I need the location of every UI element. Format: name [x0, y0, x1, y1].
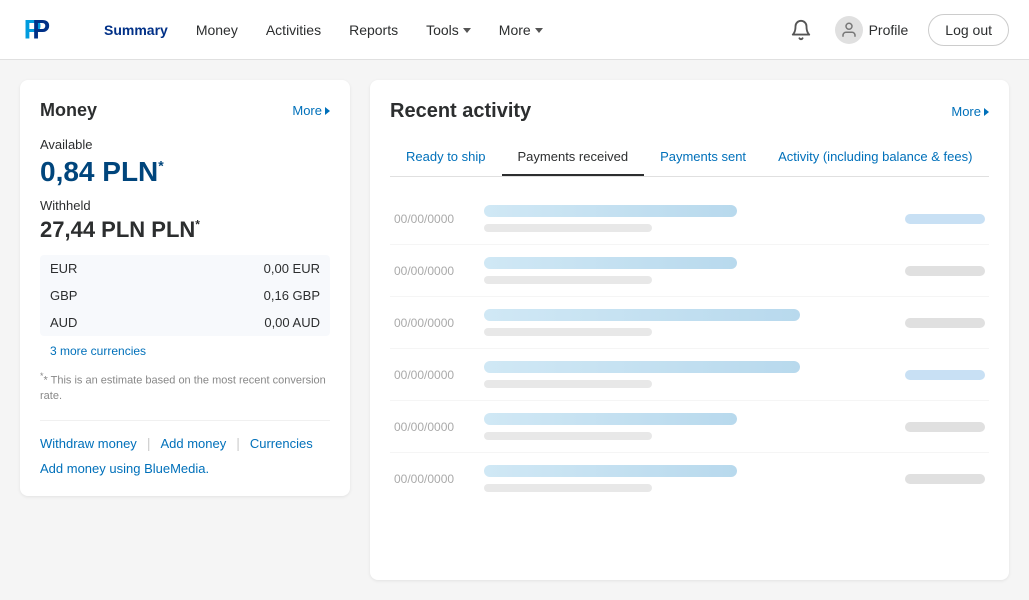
row-date: 00/00/0000	[394, 212, 484, 226]
row-date: 00/00/0000	[394, 472, 484, 486]
row-amount-blur	[905, 214, 985, 224]
profile-avatar-icon	[835, 16, 863, 44]
activity-row[interactable]: 00/00/0000	[390, 245, 989, 297]
row-title-blur	[484, 309, 800, 321]
bluemedia-link[interactable]: Add money using BlueMedia.	[40, 461, 330, 476]
row-info	[484, 257, 905, 284]
activity-more-chevron-icon	[984, 108, 989, 116]
row-subtitle-blur	[484, 380, 652, 388]
row-info	[484, 205, 905, 232]
activity-row[interactable]: 00/00/0000	[390, 297, 989, 349]
activity-header: Recent activity More	[390, 100, 989, 123]
activity-row[interactable]: 00/00/0000	[390, 193, 989, 245]
more-currencies-link[interactable]: 3 more currencies	[40, 344, 330, 358]
row-title-blur	[484, 205, 737, 217]
more-chevron-icon	[535, 28, 543, 33]
available-label: Available	[40, 137, 330, 152]
currency-row: EUR0,00 EUR	[40, 255, 330, 282]
row-amount-blur	[905, 422, 985, 432]
activity-row[interactable]: 00/00/0000	[390, 401, 989, 453]
row-subtitle-blur	[484, 276, 652, 284]
row-title-blur	[484, 361, 800, 373]
left-panel: Money More Available 0,84 PLN* Withheld …	[20, 80, 350, 580]
add-money-link[interactable]: Add money	[160, 436, 226, 451]
money-actions: Withdraw money | Add money | Currencies	[40, 420, 330, 451]
currency-amount: 0,16 GBP	[151, 282, 330, 309]
right-panel: Recent activity More Ready to shipPaymen…	[370, 80, 1009, 580]
nav-item-summary[interactable]: Summary	[92, 14, 180, 46]
row-amount-blur	[905, 370, 985, 380]
nav-item-activities[interactable]: Activities	[254, 14, 333, 46]
activity-row[interactable]: 00/00/0000	[390, 453, 989, 504]
row-info	[484, 413, 905, 440]
logo-area: P P	[20, 12, 62, 48]
money-card-header: Money More	[40, 100, 330, 121]
row-date: 00/00/0000	[394, 264, 484, 278]
notifications-bell-icon[interactable]	[787, 16, 815, 44]
money-more-link[interactable]: More	[292, 103, 330, 118]
withheld-label: Withheld	[40, 198, 330, 213]
row-subtitle-blur	[484, 432, 652, 440]
header: P P Summary Money Activities Reports Too…	[0, 0, 1029, 60]
currency-row: AUD0,00 AUD	[40, 309, 330, 336]
currency-code: GBP	[40, 282, 151, 309]
withheld-amount: 27,44 PLN PLN*	[40, 217, 330, 243]
activity-rows: 00/00/0000 00/00/0000 00/00/0000 00/00/0…	[390, 193, 989, 504]
row-date: 00/00/0000	[394, 316, 484, 330]
separator-1: |	[147, 435, 151, 451]
svg-text:P: P	[32, 14, 50, 44]
money-card: Money More Available 0,84 PLN* Withheld …	[20, 80, 350, 496]
currency-table: EUR0,00 EURGBP0,16 GBPAUD0,00 AUD	[40, 255, 330, 336]
currency-amount: 0,00 EUR	[151, 255, 330, 282]
activity-tab-payments-received[interactable]: Payments received	[502, 139, 645, 176]
row-title-blur	[484, 465, 737, 477]
balance-amount: 0,84 PLN*	[40, 156, 330, 188]
footnote: ** This is an estimate based on the most…	[40, 370, 330, 404]
row-title-blur	[484, 413, 737, 425]
main-content: Money More Available 0,84 PLN* Withheld …	[0, 60, 1029, 600]
row-amount-blur	[905, 474, 985, 484]
activity-more-link[interactable]: More	[951, 104, 989, 119]
nav-item-money[interactable]: Money	[184, 14, 250, 46]
activity-row[interactable]: 00/00/0000	[390, 349, 989, 401]
paypal-logo: P P	[20, 12, 56, 48]
withdraw-money-link[interactable]: Withdraw money	[40, 436, 137, 451]
row-amount-blur	[905, 318, 985, 328]
activity-tabs: Ready to shipPayments receivedPayments s…	[390, 139, 989, 177]
row-date: 00/00/0000	[394, 368, 484, 382]
row-info	[484, 361, 905, 388]
row-info	[484, 465, 905, 492]
nav-item-more[interactable]: More	[487, 14, 555, 46]
activity-tab-ready-to-ship[interactable]: Ready to ship	[390, 139, 502, 176]
activity-tab-activity-balance-fees[interactable]: Activity (including balance & fees)	[762, 139, 988, 176]
nav-item-tools[interactable]: Tools	[414, 14, 483, 46]
row-date: 00/00/0000	[394, 420, 484, 434]
row-subtitle-blur	[484, 484, 652, 492]
main-nav: Summary Money Activities Reports Tools M…	[92, 14, 787, 46]
currency-amount: 0,00 AUD	[151, 309, 330, 336]
currencies-link[interactable]: Currencies	[250, 436, 313, 451]
row-subtitle-blur	[484, 224, 652, 232]
profile-label: Profile	[869, 22, 909, 38]
nav-item-reports[interactable]: Reports	[337, 14, 410, 46]
currency-row: GBP0,16 GBP	[40, 282, 330, 309]
header-right: Profile Log out	[787, 10, 1009, 50]
activity-tab-payments-sent[interactable]: Payments sent	[644, 139, 762, 176]
activity-title: Recent activity	[390, 100, 531, 123]
row-title-blur	[484, 257, 737, 269]
row-subtitle-blur	[484, 328, 652, 336]
separator-2: |	[236, 435, 240, 451]
money-card-title: Money	[40, 100, 97, 121]
currency-code: AUD	[40, 309, 151, 336]
row-info	[484, 309, 905, 336]
money-more-chevron-icon	[325, 107, 330, 115]
currency-code: EUR	[40, 255, 151, 282]
logout-button[interactable]: Log out	[928, 14, 1009, 46]
profile-button[interactable]: Profile	[827, 10, 917, 50]
row-amount-blur	[905, 266, 985, 276]
tools-chevron-icon	[463, 28, 471, 33]
